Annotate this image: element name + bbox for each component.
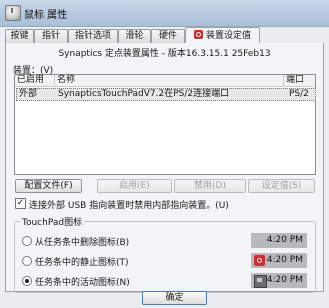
disable-internal-label: 连接外部 USB 指向装置时禁用内部指向装置。(U) (29, 201, 229, 211)
radio-static-icon[interactable] (22, 256, 32, 266)
tray-preview-none: 4:20 PM (251, 233, 307, 248)
radio-active-icon[interactable] (22, 276, 32, 286)
table-row[interactable]: 外部 SynapticsTouchPadV7.2在PS/2连接端口 PS/2 (16, 88, 316, 101)
window-title: 鼠标 属性 (24, 10, 68, 21)
mouse-icon (5, 5, 21, 21)
tab-buttons[interactable]: 按键 (5, 29, 34, 43)
title-bar: 鼠标 属性 (0, 0, 329, 27)
driver-version: Synaptics 定点装置属性 - 版本16.3.15.1 25Feb13 (58, 49, 271, 59)
synaptics-logo-icon (193, 30, 203, 39)
touchpad-icon-group: TouchPad图标 从任务条中删除图标(B) 4:20 PM 任务条中的静止图… (14, 215, 316, 293)
settings-button[interactable]: 设定值(S) (248, 179, 315, 193)
column-header-enabled[interactable]: 已启用 (15, 75, 55, 87)
disable-internal-checkbox[interactable]: ✓ (15, 198, 26, 209)
column-header-port[interactable]: 端口 (284, 75, 315, 87)
ok-button[interactable]: 确定 (142, 291, 207, 305)
tray-time: 4:20 PM (266, 275, 303, 285)
column-header-name[interactable]: 名称 (55, 75, 284, 87)
synaptics-red-icon (254, 255, 265, 266)
enable-button[interactable]: 启用(E) (97, 179, 172, 193)
tab-device-settings-label: 装置设定值 (205, 31, 251, 41)
device-table: 已启用 名称 端口 外部 SynapticsTouchPadV7.2在PS/2连… (14, 74, 316, 175)
radio-remove-icon[interactable] (22, 236, 32, 246)
disable-button[interactable]: 禁用(D) (174, 179, 246, 193)
tray-preview-active: 4:20 PM (251, 273, 307, 288)
tab-wheel[interactable]: 滑轮 (118, 29, 151, 43)
row-device-name: SynapticsTouchPadV7.2在PS/2连接端口 (58, 89, 230, 99)
tab-strip: 按键 指针 指针选项 滑轮 硬件 装置设定值 (5, 27, 323, 44)
row-enabled: 外部 (19, 89, 38, 99)
device-settings-panel: Synaptics 定点装置属性 - 版本16.3.15.1 25Feb13 装… (5, 43, 324, 293)
radio-active-icon-label: 任务条中的活动图标(N) (35, 278, 130, 288)
row-port: PS/2 (289, 89, 309, 99)
tray-time: 4:20 PM (266, 255, 303, 265)
tab-pointer-options[interactable]: 指针选项 (68, 29, 118, 43)
tab-hardware[interactable]: 硬件 (151, 29, 185, 43)
touchpad-icon (254, 275, 267, 288)
radio-remove-icon-label: 从任务条中删除图标(B) (35, 238, 130, 248)
tray-time: 4:20 PM (266, 235, 303, 245)
group-title: TouchPad图标 (20, 215, 85, 228)
radio-static-icon-label: 任务条中的静止图标(T) (35, 258, 129, 268)
configure-button[interactable]: 配置文件(F) (15, 179, 82, 193)
tray-preview-static: 4:20 PM (251, 253, 307, 268)
tab-pointers[interactable]: 指针 (34, 29, 68, 43)
tab-device-settings[interactable]: 装置设定值 (185, 27, 260, 44)
